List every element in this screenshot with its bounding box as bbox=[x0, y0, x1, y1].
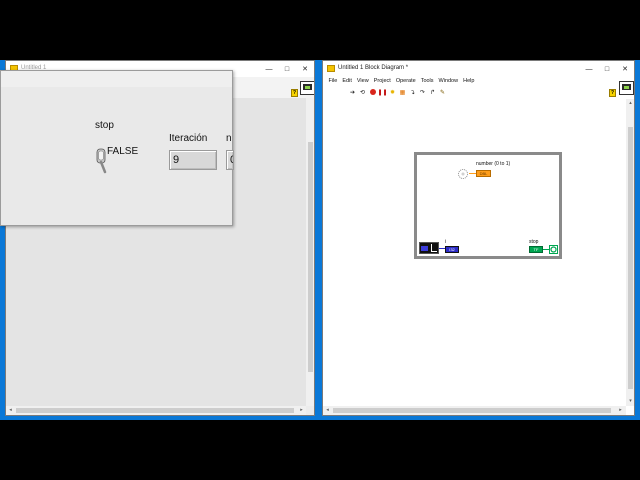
block-diagram-horizontal-scrollbar[interactable]: ◂ ▸ bbox=[323, 406, 626, 415]
menu-project[interactable]: Project bbox=[371, 77, 393, 86]
stop-toggle-switch[interactable] bbox=[96, 148, 107, 174]
step-over-icon[interactable]: ↷ bbox=[418, 88, 427, 97]
scroll-right-icon[interactable]: ▸ bbox=[616, 406, 625, 415]
block-diagram-title: Untitled 1 Block Diagram * bbox=[338, 65, 409, 71]
iteration-indicator-terminal[interactable]: I32 bbox=[445, 246, 459, 253]
vi-connector-icon[interactable] bbox=[300, 81, 314, 95]
front-panel-floating[interactable]: stop FALSE Iteración 9 n 0 bbox=[0, 70, 234, 226]
vertical-scroll-thumb[interactable] bbox=[628, 127, 633, 389]
menu-help[interactable]: Help bbox=[461, 77, 477, 86]
pause-icon[interactable]: ❚❚ bbox=[377, 88, 387, 97]
block-diagram-vertical-scrollbar[interactable]: ▴ ▾ bbox=[626, 99, 634, 406]
menu-view[interactable]: View bbox=[354, 77, 371, 86]
stop-state-text: FALSE bbox=[107, 146, 139, 157]
abort-icon[interactable] bbox=[368, 88, 377, 97]
clean-diagram-icon[interactable]: ✎ bbox=[438, 88, 447, 97]
vi-connector-icon[interactable] bbox=[619, 81, 634, 95]
retain-wire-values-icon[interactable]: ▦ bbox=[398, 88, 407, 97]
highlight-execution-icon[interactable]: ✹ bbox=[388, 88, 397, 97]
scroll-up-icon[interactable]: ▴ bbox=[626, 99, 634, 108]
floating-toolbar-strip bbox=[1, 71, 232, 87]
run-arrow-icon[interactable]: ➔ bbox=[348, 88, 357, 97]
front-panel-vertical-scrollbar[interactable] bbox=[306, 98, 314, 406]
horizontal-scroll-thumb[interactable] bbox=[333, 408, 611, 413]
wire-junction-icon bbox=[431, 244, 437, 252]
minimize-button[interactable]: — bbox=[580, 61, 598, 77]
iteration-indicator: 9 bbox=[169, 150, 217, 170]
wire[interactable] bbox=[469, 173, 476, 174]
close-button[interactable]: ✕ bbox=[616, 61, 634, 77]
vertical-scroll-thumb[interactable] bbox=[308, 142, 313, 372]
desktop: Untitled 1 — □ ✕ ? ◂ ▸ stop FALSE Iterac… bbox=[0, 60, 640, 420]
number-indicator: 0 bbox=[226, 150, 234, 170]
menu-operate[interactable]: Operate bbox=[393, 77, 418, 86]
scroll-right-icon[interactable]: ▸ bbox=[297, 406, 306, 415]
menu-window[interactable]: Window bbox=[436, 77, 461, 86]
random-number-icon[interactable] bbox=[457, 168, 469, 180]
iteration-terminal-label: i bbox=[445, 239, 447, 245]
run-continuously-icon[interactable]: ⟲ bbox=[358, 88, 367, 97]
menu-edit[interactable]: Edit bbox=[340, 77, 354, 86]
horizontal-scroll-thumb[interactable] bbox=[16, 408, 294, 413]
menu-tools[interactable]: Tools bbox=[418, 77, 436, 86]
stop-terminal-label: stop bbox=[529, 239, 539, 245]
while-loop[interactable]: number (0 to 1) DBL i I32 stop TF bbox=[414, 152, 562, 259]
menu-file[interactable]: File bbox=[326, 77, 340, 86]
iteration-terminal-box[interactable] bbox=[419, 242, 439, 254]
minimize-button[interactable]: — bbox=[260, 61, 278, 77]
close-button[interactable]: ✕ bbox=[296, 61, 314, 77]
block-diagram-canvas[interactable]: number (0 to 1) DBL i I32 stop TF bbox=[323, 99, 626, 406]
help-icon[interactable]: ? bbox=[609, 89, 616, 97]
step-out-icon[interactable]: ↱ bbox=[428, 88, 437, 97]
block-diagram-titlebar[interactable]: Untitled 1 Block Diagram * — □ ✕ bbox=[323, 61, 634, 77]
random-number-indicator-terminal[interactable]: DBL bbox=[476, 170, 491, 177]
scroll-left-icon[interactable]: ◂ bbox=[6, 406, 15, 415]
iteration-label: Iteración bbox=[169, 133, 208, 144]
front-panel-horizontal-scrollbar[interactable]: ◂ ▸ bbox=[6, 406, 306, 415]
scroll-down-icon[interactable]: ▾ bbox=[626, 397, 634, 406]
loop-condition-icon[interactable] bbox=[549, 245, 558, 254]
scroll-left-icon[interactable]: ◂ bbox=[323, 406, 332, 415]
stop-label: stop bbox=[95, 120, 114, 131]
step-into-icon[interactable]: ↴ bbox=[408, 88, 417, 97]
block-diagram-window: Untitled 1 Block Diagram * — □ ✕ File Ed… bbox=[322, 60, 635, 416]
maximize-button[interactable]: □ bbox=[598, 61, 616, 77]
random-number-label: number (0 to 1) bbox=[476, 161, 511, 167]
number-label: n bbox=[226, 133, 232, 144]
labview-vi-icon bbox=[327, 65, 335, 72]
block-diagram-toolbar: ➔ ⟲ ❚❚ ✹ ▦ ↴ ↷ ↱ ✎ bbox=[323, 86, 634, 98]
help-icon[interactable]: ? bbox=[291, 89, 298, 97]
iteration-i-icon bbox=[421, 246, 428, 251]
menu-bar: File Edit View Project Operate Tools Win… bbox=[323, 77, 634, 86]
maximize-button[interactable]: □ bbox=[278, 61, 296, 77]
stop-control-terminal[interactable]: TF bbox=[529, 246, 543, 253]
